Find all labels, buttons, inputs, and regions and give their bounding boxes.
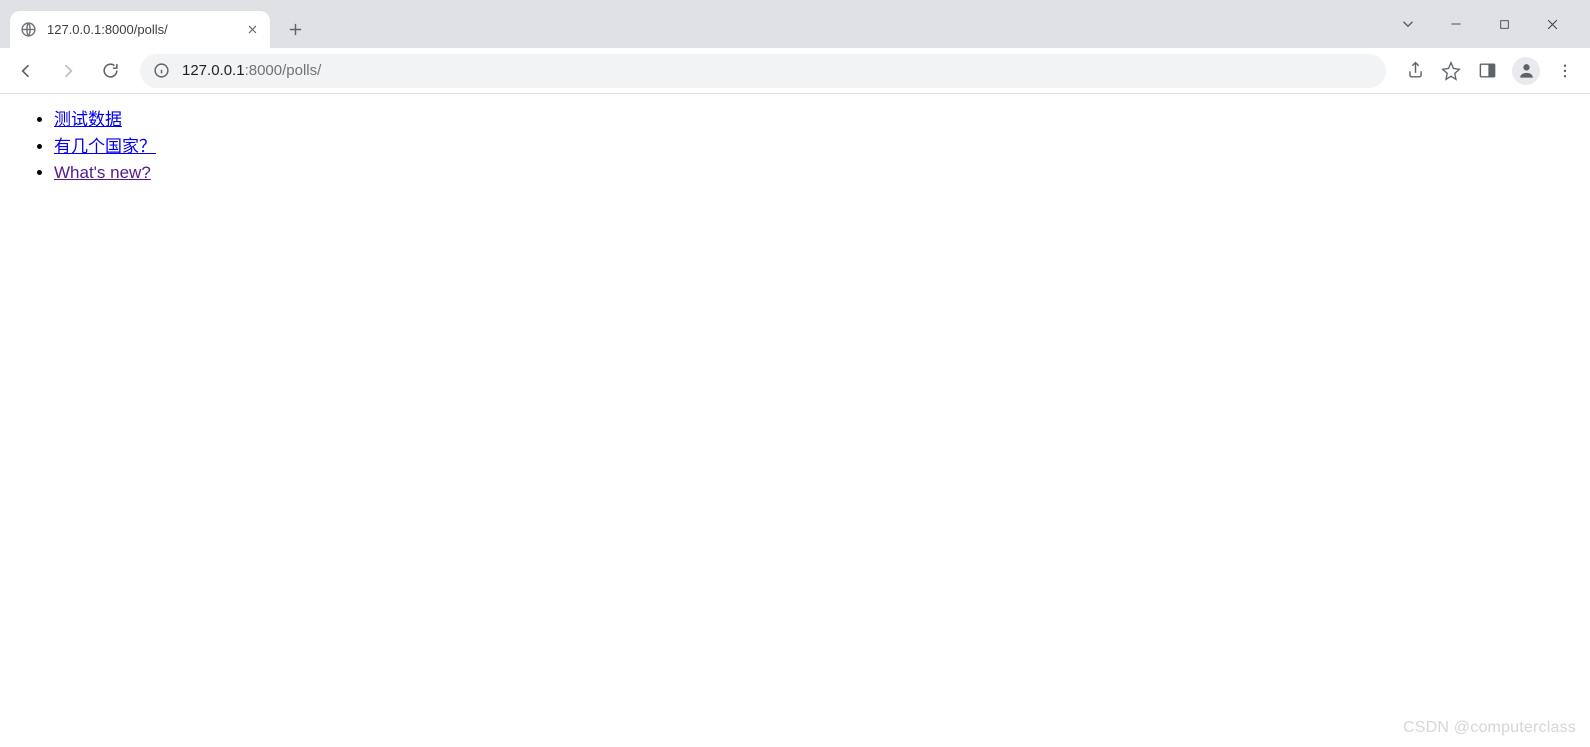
poll-link-1[interactable]: 有几个国家？ bbox=[54, 137, 156, 156]
list-item: 测试数据 bbox=[54, 108, 1576, 133]
browser-toolbar: 127.0.0.1:8000/polls/ bbox=[0, 48, 1590, 94]
list-item: 有几个国家？ bbox=[54, 135, 1576, 160]
profile-avatar[interactable] bbox=[1512, 57, 1540, 85]
window-close-button[interactable] bbox=[1542, 14, 1562, 34]
more-menu-icon[interactable] bbox=[1554, 60, 1576, 82]
tab-close-button[interactable] bbox=[244, 22, 260, 38]
watermark-text: CSDN @computerclass bbox=[1403, 719, 1576, 737]
side-panel-icon[interactable] bbox=[1476, 60, 1498, 82]
browser-tab-strip: 127.0.0.1:8000/polls/ bbox=[0, 0, 1590, 48]
site-info-icon[interactable] bbox=[152, 62, 170, 80]
back-button[interactable] bbox=[8, 53, 44, 89]
url-host: 127.0.0.1 bbox=[182, 62, 245, 79]
reload-button[interactable] bbox=[92, 53, 128, 89]
polls-list: 测试数据 有几个国家？ What's new? bbox=[14, 108, 1576, 186]
page-content: 测试数据 有几个国家？ What's new? bbox=[0, 94, 1590, 200]
list-item: What's new? bbox=[54, 161, 1576, 186]
url-text: 127.0.0.1:8000/polls/ bbox=[182, 62, 321, 79]
window-minimize-button[interactable] bbox=[1446, 14, 1466, 34]
globe-icon bbox=[20, 21, 37, 38]
browser-tab-active[interactable]: 127.0.0.1:8000/polls/ bbox=[10, 11, 270, 48]
window-controls bbox=[1398, 0, 1590, 48]
forward-button[interactable] bbox=[50, 53, 86, 89]
new-tab-button[interactable] bbox=[280, 14, 310, 44]
poll-link-0[interactable]: 测试数据 bbox=[54, 110, 122, 129]
url-path: :8000/polls/ bbox=[245, 62, 322, 79]
window-maximize-button[interactable] bbox=[1494, 14, 1514, 34]
tabs-dropdown-button[interactable] bbox=[1398, 14, 1418, 34]
address-bar[interactable]: 127.0.0.1:8000/polls/ bbox=[140, 54, 1386, 88]
toolbar-actions bbox=[1398, 57, 1582, 85]
tab-title: 127.0.0.1:8000/polls/ bbox=[47, 22, 244, 37]
share-icon[interactable] bbox=[1404, 60, 1426, 82]
bookmark-icon[interactable] bbox=[1440, 60, 1462, 82]
poll-link-2[interactable]: What's new? bbox=[54, 163, 151, 182]
